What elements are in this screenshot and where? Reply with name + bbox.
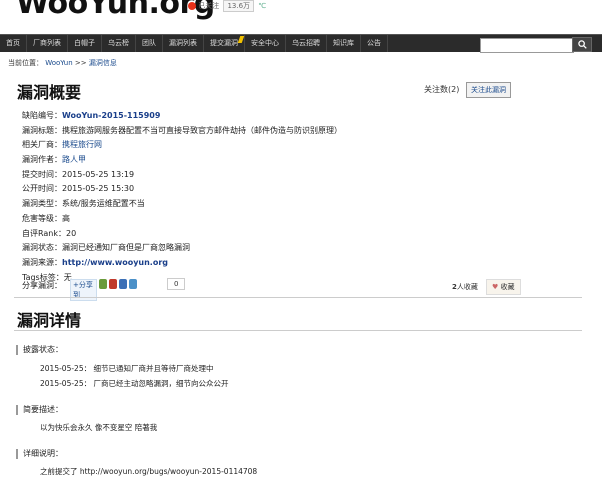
breadcrumb-separator: >>	[74, 59, 87, 67]
disclosure-text: 厂商已经主动忽略漏洞，细节向公众公开	[93, 379, 229, 388]
vendor-link[interactable]: 携程旅行网	[62, 140, 102, 149]
field-row-severity: 危害等级：高	[22, 212, 582, 227]
breadcrumb: 当前位置： WooYun >> 漏洞信息	[8, 58, 117, 68]
nav-item[interactable]: 团队	[136, 35, 163, 52]
field-row-vendor: 相关厂商：携程旅行网	[22, 138, 582, 153]
follow-button[interactable]: 关注此漏洞	[466, 82, 511, 98]
disclosure-item: 2015-05-25： 细节已通知厂商并且等待厂商处理中	[40, 363, 213, 374]
divider	[14, 297, 582, 298]
weibo-followed-label: 已关注	[198, 2, 220, 10]
vuln-title-value: 携程旅游网服务器配置不当可直接导致官方邮件劫持（邮件伪造与防识别原理）	[62, 125, 342, 135]
disclosure-date: 2015-05-25：	[40, 364, 92, 373]
details-title: 漏洞详情	[17, 311, 82, 330]
nav-item[interactable]: 厂商列表	[27, 35, 68, 52]
field-row-published: 公开时间：2015-05-25 15:30	[22, 182, 582, 197]
baidu-icon[interactable]	[119, 279, 127, 289]
field-label: 漏洞作者：	[22, 155, 62, 165]
favorite-button[interactable]: ♥ 收藏	[486, 279, 521, 295]
vulnerability-fields: 缺陷编号：WooYun-2015-115909 漏洞标题：携程旅游网服务器配置不…	[22, 109, 582, 285]
favorite-button-label: 收藏	[500, 283, 515, 291]
weibo-icon	[188, 2, 196, 10]
field-label: 相关厂商：	[22, 140, 62, 150]
search-button[interactable]	[572, 37, 592, 52]
weibo-follower-count: 13.6万	[223, 0, 255, 12]
field-label: 漏洞类型：	[22, 199, 62, 209]
renren-icon[interactable]	[109, 279, 118, 289]
favorites-suffix: 人收藏	[456, 283, 478, 291]
nav-item[interactable]: 漏洞列表	[163, 35, 204, 52]
site-logo[interactable]: WooYun.org	[16, 0, 215, 21]
field-row-title: 漏洞标题：携程旅游网服务器配置不当可直接导致官方邮件劫持（邮件伪造与防识别原理）	[22, 124, 582, 139]
disclosure-item: 2015-05-25： 厂商已经主动忽略漏洞，细节向公众公开	[40, 378, 228, 389]
heart-icon: ♥	[492, 283, 499, 291]
site-header: WooYun.org 已关注 13.6万 ℃	[0, 0, 602, 34]
author-link[interactable]: 路人甲	[62, 155, 86, 164]
field-label: 漏洞状态：	[22, 243, 62, 253]
disclosure-status-label: 披露状态：	[16, 345, 63, 355]
field-row-submitted: 提交时间：2015-05-25 13:19	[22, 168, 582, 183]
field-label: 公开时间：	[22, 184, 62, 194]
field-row-author: 漏洞作者：路人甲	[22, 153, 582, 168]
field-label: 缺陷编号：	[22, 111, 62, 120]
field-row-status: 漏洞状态：漏洞已经通知厂商但是厂商忽略漏洞	[22, 241, 582, 256]
nav-item[interactable]: 知识库	[327, 35, 361, 52]
breadcrumb-current-link[interactable]: 漏洞信息	[89, 59, 117, 67]
breadcrumb-root-link[interactable]: WooYun	[45, 59, 72, 67]
overview-title: 漏洞概要	[17, 83, 82, 102]
search-input[interactable]	[480, 38, 574, 53]
vuln-type-value: 系统/服务运维配置不当	[62, 199, 145, 209]
publish-time-value: 2015-05-25 15:30	[62, 184, 135, 194]
breadcrumb-prefix: 当前位置：	[8, 59, 43, 67]
field-label: 自评Rank：	[22, 228, 66, 238]
vuln-id-link[interactable]: WooYun-2015-115909	[62, 111, 160, 120]
nav-item[interactable]: 乌云榜	[102, 35, 136, 52]
disclosure-text: 细节已通知厂商并且等待厂商处理中	[93, 364, 214, 373]
field-row-rank: 自评Rank：20	[22, 227, 582, 242]
weibo-follow-widget[interactable]: 已关注 13.6万 ℃	[188, 0, 266, 12]
share-label: 分享漏洞：	[22, 281, 62, 290]
submit-time-value: 2015-05-25 13:19	[62, 169, 135, 179]
weibo-extra-icon: ℃	[258, 2, 267, 10]
source-link[interactable]: http://www.wooyun.org	[62, 258, 168, 267]
douban-icon[interactable]	[128, 279, 137, 289]
field-label: 提交时间：	[22, 169, 62, 179]
nav-item[interactable]: 安全中心	[245, 35, 286, 52]
favorites-count: 2人收藏	[452, 282, 478, 292]
status-value: 漏洞已经通知厂商但是厂商忽略漏洞	[62, 243, 190, 253]
field-label: 漏洞标题：	[22, 125, 62, 135]
nav-item[interactable]: 提交漏洞	[204, 35, 245, 52]
field-label: 危害等级：	[22, 213, 62, 223]
rank-value: 20	[66, 228, 77, 238]
follow-count: 关注数(2)	[424, 85, 460, 94]
field-row-id: 缺陷编号：WooYun-2015-115909	[22, 109, 582, 124]
field-row-type: 漏洞类型：系统/服务运维配置不当	[22, 197, 582, 212]
nav-item[interactable]: 乌云招聘	[286, 35, 327, 52]
qzone-icon[interactable]	[99, 279, 108, 289]
share-bar: 分享漏洞： +分享到 0	[22, 278, 186, 301]
summary-text: 以为快乐会永久 像不变星空 陪著我	[40, 423, 158, 432]
detail-text: 之前提交了 http://wooyun.org/bugs/wooyun-2015…	[40, 467, 258, 476]
share-count: 0	[167, 278, 186, 290]
nav-item[interactable]: 公告	[361, 35, 388, 52]
nav-item[interactable]: 白帽子	[68, 35, 102, 52]
severity-value: 高	[62, 213, 70, 223]
divider	[14, 330, 582, 331]
disclosure-date: 2015-05-25：	[40, 379, 92, 388]
detail-label: 详细说明：	[16, 449, 63, 459]
nav-item[interactable]: 首页	[0, 35, 27, 52]
field-label: 漏洞来源：	[22, 257, 62, 267]
field-row-source: 漏洞来源：http://www.wooyun.org	[22, 256, 582, 271]
search-icon	[577, 40, 587, 49]
main-nav: 首页 厂商列表 白帽子 乌云榜 团队 漏洞列表 提交漏洞 安全中心 乌云招聘 知识库 公告	[0, 34, 602, 53]
summary-label: 简要描述：	[16, 405, 63, 415]
